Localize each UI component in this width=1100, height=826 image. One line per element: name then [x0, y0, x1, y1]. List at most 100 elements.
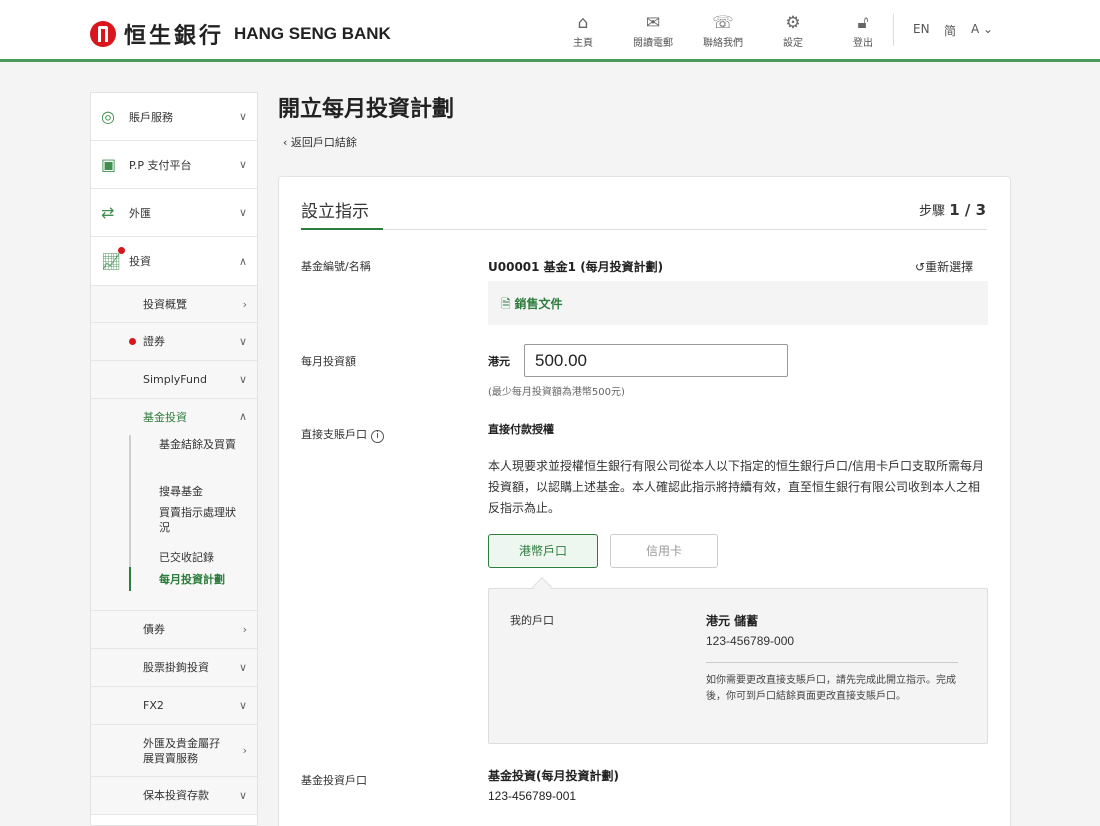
fund-menu-settled[interactable]: 已交收記錄	[159, 550, 214, 565]
fund-label: 基金編號/名稱	[301, 260, 371, 273]
back-link-label: 返回戶口結餘	[290, 136, 357, 149]
sidebar-sub-bonds[interactable]: 債券 ›	[91, 611, 257, 649]
gear-icon: ⚙	[785, 13, 801, 33]
chevron-down-icon: ∨	[238, 373, 247, 386]
sidebar-item-investment[interactable]: 📈︎ 投資 ∧	[91, 237, 257, 285]
invest-chart-icon: 📈︎	[101, 251, 122, 271]
sidebar: ◎ 賬戶服務 ∨ ▣ P.P 支付平台 ∨ ⇄ 外匯 ∨ 📈︎ 投資 ∧ 投資概…	[90, 92, 258, 826]
exchange-icon: ⇄	[101, 203, 115, 222]
chevron-right-icon: ›	[242, 623, 247, 636]
back-link[interactable]: ‹ 返回戶口結餘	[283, 134, 357, 150]
nav-contact[interactable]: ☏ 聯絡我們	[688, 12, 758, 49]
sidebar-item-label: P.P 支付平台	[129, 158, 192, 172]
nav-mail[interactable]: ✉ 閱讀電郵	[618, 12, 688, 49]
chevron-left-icon: ‹	[283, 136, 291, 149]
section-title: 設立指示	[301, 202, 369, 222]
submenu-active-indicator	[129, 567, 131, 591]
reselect-label: 重新選擇	[925, 260, 974, 274]
notification-dot	[129, 338, 136, 345]
chevron-down-icon: ∨	[238, 335, 247, 348]
reselect-button[interactable]: ↺重新選擇	[915, 258, 973, 275]
nav-divider	[893, 14, 894, 46]
fund-menu-monthly-plan[interactable]: 每月投資計劃	[159, 572, 225, 587]
chevron-right-icon: ›	[242, 744, 247, 757]
sidebar-sub-label[interactable]: 基金投資	[143, 410, 187, 425]
tab-hkd-account[interactable]: 港幣戶口	[488, 534, 598, 568]
sidebar-sub-overview[interactable]: 投資概覽 ›	[91, 285, 257, 323]
chevron-down-icon: ⌄	[983, 22, 994, 36]
phone-icon: ☏	[712, 13, 734, 33]
chevron-down-icon: ∨	[238, 158, 247, 171]
sidebar-sub-capital-protected[interactable]: 保本投資存款 ∨	[91, 777, 257, 815]
step-prefix: 步驟	[919, 204, 946, 219]
sidebar-sub-label: 保本投資存款	[143, 789, 209, 802]
bank-name-en: HANG SENG BANK	[234, 24, 391, 43]
chevron-down-icon: ∨	[238, 789, 247, 802]
fund-menu-search[interactable]: 搜尋基金	[159, 484, 203, 499]
sidebar-sub-fx2[interactable]: FX2 ∨	[91, 687, 257, 725]
sidebar-sub-margin[interactable]: 外匯及貴金屬孖展買賣服務 ›	[91, 725, 257, 777]
chevron-up-icon[interactable]: ∧	[239, 410, 247, 423]
chevron-right-icon: ›	[242, 297, 247, 311]
sidebar-item-label: 外匯	[129, 206, 151, 220]
lang-en-button[interactable]: EN	[913, 22, 930, 36]
chevron-down-icon: ∨	[238, 110, 247, 123]
nav-home-label: 主頁	[573, 38, 593, 49]
account-number: 123-456789-000	[706, 634, 795, 648]
sidebar-sub-securities[interactable]: 證券 ∨	[91, 323, 257, 361]
section-underline	[301, 228, 383, 230]
sales-document-link[interactable]: 🗎 銷售文件	[501, 295, 562, 316]
user-circle-icon: ◎	[101, 107, 115, 126]
nav-settings[interactable]: ⚙ 設定	[758, 12, 828, 49]
sidebar-sub-equity-linked[interactable]: 股票掛鉤投資 ∨	[91, 649, 257, 687]
info-icon[interactable]: i	[371, 430, 384, 443]
font-size-button[interactable]: A ⌄	[971, 22, 993, 36]
amount-hint: (最少每月投資額為港幣500元)	[488, 387, 625, 398]
sidebar-sub-label: 債券	[143, 623, 165, 636]
sidebar-item-account-services[interactable]: ◎ 賬戶服務 ∨	[91, 93, 257, 141]
step-indicator: 步驟 1 / 3	[919, 200, 986, 219]
auth-title: 直接付款授權	[488, 423, 554, 436]
font-size-label: A	[971, 22, 980, 36]
lang-sc-button[interactable]: 简	[944, 22, 956, 39]
divider	[706, 662, 958, 663]
sidebar-sub-label: 外匯及貴金屬孖展買賣服務	[143, 736, 220, 765]
sidebar-sub-simplyfund[interactable]: SimplyFund ∨	[91, 361, 257, 399]
currency-label: 港元	[488, 355, 510, 368]
fund-menu-order-status[interactable]: 買賣指示處理狀況	[159, 505, 243, 535]
fund-menu-balance[interactable]: 基金結餘及買賣	[159, 437, 243, 452]
divider	[301, 229, 987, 230]
sidebar-item-label: 投資	[129, 255, 151, 268]
bank-name-cn: 恒生銀行	[124, 23, 225, 49]
amount-input[interactable]	[524, 344, 788, 377]
sidebar-item-fx[interactable]: ⇄ 外匯 ∨	[91, 189, 257, 237]
notification-dot	[118, 247, 125, 254]
sidebar-sub-label: 投資概覽	[143, 297, 187, 311]
submenu-rail	[129, 435, 131, 567]
account-type: 港元 儲蓄	[706, 614, 759, 628]
nav-contact-label: 聯絡我們	[703, 38, 743, 49]
chevron-down-icon: ∨	[238, 206, 247, 219]
tab-credit-card[interactable]: 信用卡	[610, 534, 718, 568]
chevron-up-icon: ∧	[238, 254, 247, 268]
bank-logo-mark	[90, 21, 116, 47]
sidebar-item-label: 賬戶服務	[129, 110, 173, 124]
nav-home[interactable]: ⌂ 主頁	[548, 12, 618, 49]
refresh-icon: ↺	[915, 260, 926, 274]
account-note: 如你需要更改直接支賬戶口，請先完成此開立指示。完成後，你可到戶口結餘頁面更改直接…	[706, 675, 956, 702]
payment-icon: ▣	[101, 155, 117, 174]
fund-account-number: 123-456789-001	[488, 789, 577, 803]
mail-icon: ✉	[645, 13, 661, 33]
sidebar-sub-label: FX2	[143, 699, 164, 712]
nav-logout-label: 登出	[853, 38, 873, 49]
sidebar-sub-label: 股票掛鉤投資	[143, 661, 209, 674]
bank-logo[interactable]: 恒生銀行 HANG SENG BANK	[90, 18, 391, 50]
chevron-down-icon: ∨	[238, 699, 247, 712]
nav-mail-label: 閱讀電郵	[633, 38, 673, 49]
step-value: 1 / 3	[949, 201, 986, 219]
my-account-label: 我的戶口	[510, 614, 554, 627]
fund-value: U00001 基金1 (每月投資計劃)	[488, 260, 664, 274]
nav-logout[interactable]: 🔓︎ 登出	[828, 12, 898, 49]
auth-text: 本人現要求並授權恒生銀行有限公司從本人以下指定的恒生銀行戶口/信用卡戶口支取所需…	[488, 459, 985, 515]
sidebar-item-payment[interactable]: ▣ P.P 支付平台 ∨	[91, 141, 257, 189]
